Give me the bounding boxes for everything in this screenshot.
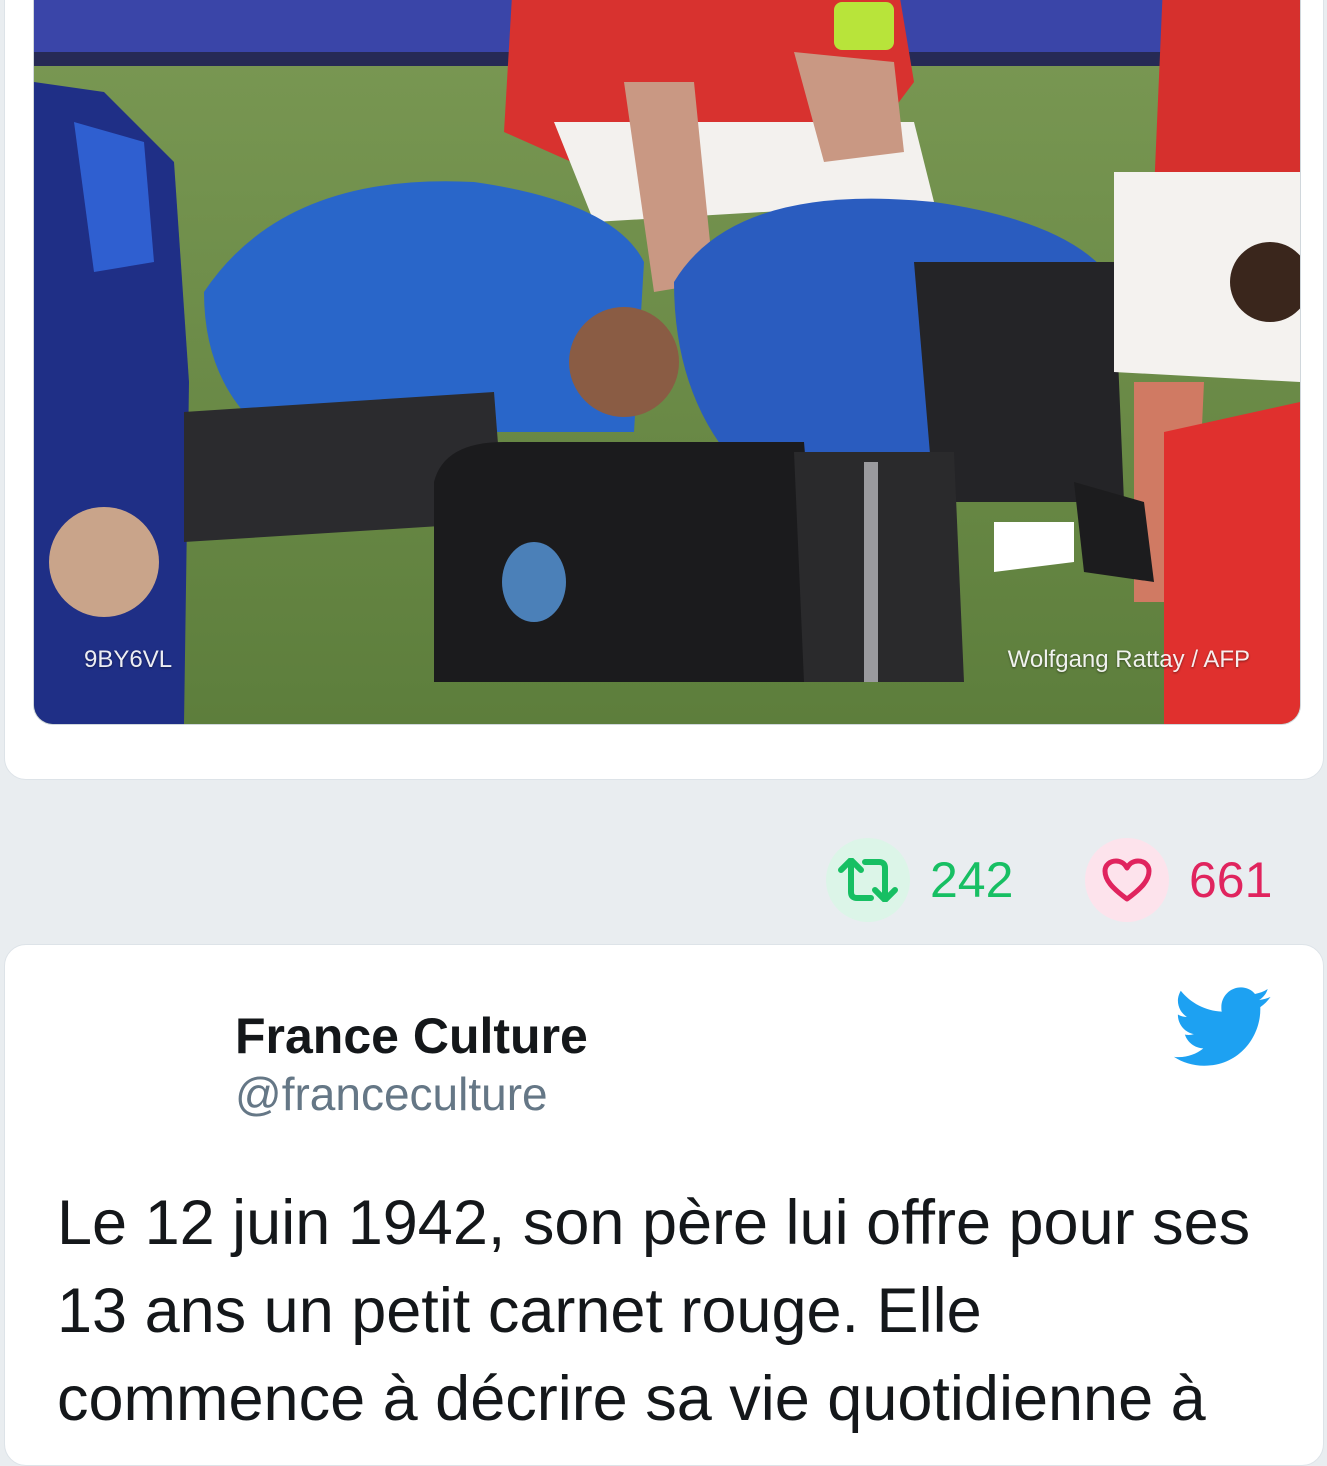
twitter-bird-icon[interactable] bbox=[1173, 987, 1273, 1069]
photo-illustration bbox=[34, 0, 1300, 724]
like-count: 661 bbox=[1189, 852, 1273, 908]
author-handle[interactable]: @franceculture bbox=[235, 1067, 548, 1121]
retweet-button[interactable]: 242 bbox=[826, 838, 1013, 922]
photo-watermark-id: 9BY6VL bbox=[84, 646, 173, 673]
retweet-count: 242 bbox=[930, 852, 1014, 908]
photo-credit: Wolfgang Rattay / AFP bbox=[1007, 646, 1250, 673]
author-name[interactable]: France Culture bbox=[235, 1007, 588, 1065]
tweet-text: Le 12 juin 1942, son père lui offre pour… bbox=[57, 1188, 1251, 1434]
tweet-photo[interactable]: 9BY6VL Wolfgang Rattay / AFP bbox=[33, 0, 1301, 725]
like-button[interactable]: 661 bbox=[1085, 838, 1272, 922]
tweet-card: France Culture @franceculture Le 12 juin… bbox=[4, 944, 1324, 1466]
heart-icon bbox=[1085, 838, 1169, 922]
retweet-icon bbox=[826, 838, 910, 922]
tweet-card-top: 9BY6VL Wolfgang Rattay / AFP bbox=[4, 0, 1324, 780]
